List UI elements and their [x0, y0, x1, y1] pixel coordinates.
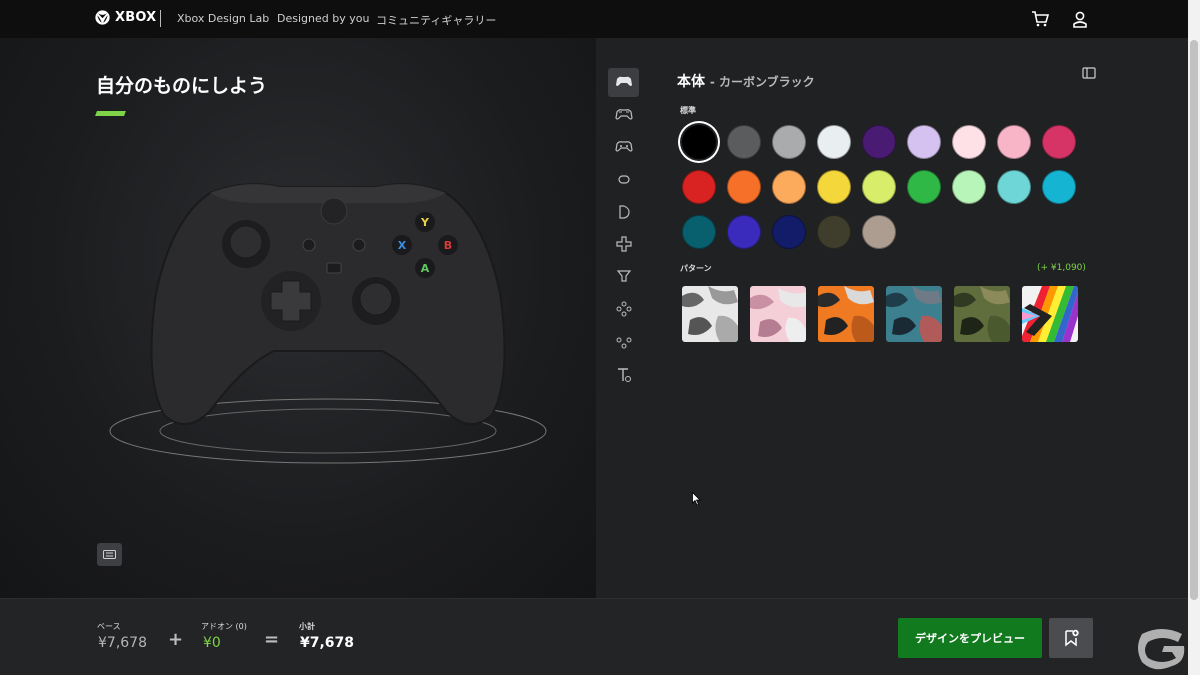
keyboard-controls-button[interactable] — [97, 543, 122, 566]
color-swatch[interactable] — [772, 215, 806, 249]
base-price-label: ベース — [97, 622, 121, 631]
tab-back-case[interactable] — [608, 133, 639, 162]
patterns-label: パターン — [680, 264, 712, 273]
pattern-pride-stripes[interactable] — [1022, 286, 1078, 342]
color-swatch[interactable] — [682, 170, 716, 204]
preview-design-button[interactable]: デザインをプレビュー — [898, 618, 1042, 658]
subtotal-value: ¥7,678 — [300, 635, 355, 651]
color-swatch[interactable] — [817, 125, 851, 159]
color-swatch[interactable] — [682, 125, 716, 159]
tab-top-bumpers[interactable] — [608, 101, 639, 130]
thumbsticks-icon — [616, 269, 631, 282]
color-swatch[interactable] — [772, 170, 806, 204]
color-swatch[interactable] — [727, 215, 761, 249]
component-name: 本体 — [677, 74, 705, 90]
addon-price-label: アドオン (0) — [201, 622, 247, 631]
customization-panel: 本体 - カーボンブラック 標準 パターン (+ ¥1,090) — [596, 38, 1188, 598]
addon-price-value: ¥0 — [203, 635, 221, 651]
account-icon — [1073, 11, 1087, 28]
tab-body[interactable] — [608, 68, 639, 97]
base-price-value: ¥7,678 — [98, 635, 147, 651]
page-headline: 自分のものにしよう — [96, 75, 268, 97]
color-swatch[interactable] — [1042, 170, 1076, 204]
scrollbar-thumb[interactable] — [1190, 40, 1198, 600]
tab-abxy[interactable] — [608, 294, 639, 323]
equals-sign: = — [264, 629, 280, 650]
pattern-arctic-camo[interactable] — [682, 286, 738, 342]
color-swatch[interactable] — [952, 125, 986, 159]
dpad-icon — [615, 235, 632, 252]
color-swatch[interactable] — [772, 125, 806, 159]
controller-render[interactable]: Y B X A — [100, 173, 560, 473]
cart-icon — [1032, 11, 1049, 27]
pattern-price: (+ ¥1,090) — [1037, 263, 1086, 273]
color-swatch[interactable] — [682, 215, 716, 249]
top-bumpers-icon — [614, 108, 633, 120]
color-swatch[interactable] — [907, 125, 941, 159]
tab-triggers[interactable] — [608, 197, 639, 226]
top-navigation-bar: XBOX Xbox Design Lab Designed by you コミュ… — [0, 0, 1200, 38]
account-button[interactable] — [1070, 9, 1090, 29]
color-swatch[interactable] — [727, 170, 761, 204]
tab-thumbsticks[interactable] — [608, 261, 639, 290]
color-swatch[interactable] — [727, 125, 761, 159]
tab-bumpers[interactable] — [608, 165, 639, 194]
controller-preview-panel: 自分のものにしよう Y B X A — [0, 38, 596, 598]
watermark-logo-icon — [1138, 629, 1185, 670]
tab-dpad[interactable] — [608, 229, 639, 258]
svg-text:X: X — [398, 239, 407, 252]
component-color-name: - カーボンブラック — [709, 75, 815, 89]
view-menu-icon — [616, 337, 631, 348]
color-swatch[interactable] — [907, 170, 941, 204]
svg-text:B: B — [444, 239, 452, 252]
xbox-logo[interactable]: XBOX — [95, 10, 156, 25]
nav-designed-by-you[interactable]: Designed by you — [277, 12, 369, 25]
pattern-orange-camo[interactable] — [818, 286, 874, 342]
xbox-sphere-icon — [95, 10, 110, 25]
cart-button[interactable] — [1030, 9, 1050, 29]
keyboard-icon — [103, 550, 116, 559]
body-icon — [615, 76, 632, 86]
nav-community-gallery[interactable]: コミュニティギャラリー — [376, 12, 496, 28]
page-scrollbar[interactable] — [1188, 0, 1200, 675]
headline-accent-bar — [95, 111, 126, 116]
back-case-icon — [614, 140, 633, 152]
pattern-blue-camo[interactable] — [886, 286, 942, 342]
pattern-pink-camo[interactable] — [750, 286, 806, 342]
plus-sign: + — [168, 629, 184, 650]
mouse-cursor-icon — [692, 492, 701, 506]
svg-text:A: A — [421, 262, 430, 275]
component-title: 本体 - カーボンブラック — [677, 71, 815, 91]
subtotal-label: 小計 — [299, 622, 315, 631]
bookmark-add-icon — [1065, 629, 1079, 647]
color-swatch[interactable] — [1042, 125, 1076, 159]
nav-divider — [160, 10, 161, 27]
color-swatch[interactable] — [862, 215, 896, 249]
triggers-icon — [618, 204, 630, 219]
color-swatch[interactable] — [817, 215, 851, 249]
bumpers-icon — [617, 174, 630, 184]
pattern-green-camo[interactable] — [954, 286, 1010, 342]
engraving-icon — [617, 367, 631, 382]
nav-xbox-design-lab[interactable]: Xbox Design Lab — [177, 12, 269, 25]
tab-view-menu[interactable] — [608, 327, 639, 356]
abxy-icon — [616, 301, 631, 316]
color-swatch[interactable] — [862, 170, 896, 204]
svg-text:Y: Y — [420, 216, 430, 229]
color-swatch[interactable] — [817, 170, 851, 204]
color-swatch[interactable] — [997, 125, 1031, 159]
collapse-panel-icon[interactable] — [1082, 66, 1096, 80]
xbox-wordmark: XBOX — [115, 10, 157, 25]
color-swatch[interactable] — [952, 170, 986, 204]
price-summary-bar: ベース ¥7,678 + アドオン (0) ¥0 = 小計 ¥7,678 デザイ… — [0, 598, 1188, 675]
color-swatch[interactable] — [997, 170, 1031, 204]
solid-colors-label: 標準 — [680, 106, 696, 115]
save-design-button[interactable] — [1049, 618, 1093, 658]
tab-engraving[interactable] — [608, 360, 639, 389]
color-swatch[interactable] — [862, 125, 896, 159]
